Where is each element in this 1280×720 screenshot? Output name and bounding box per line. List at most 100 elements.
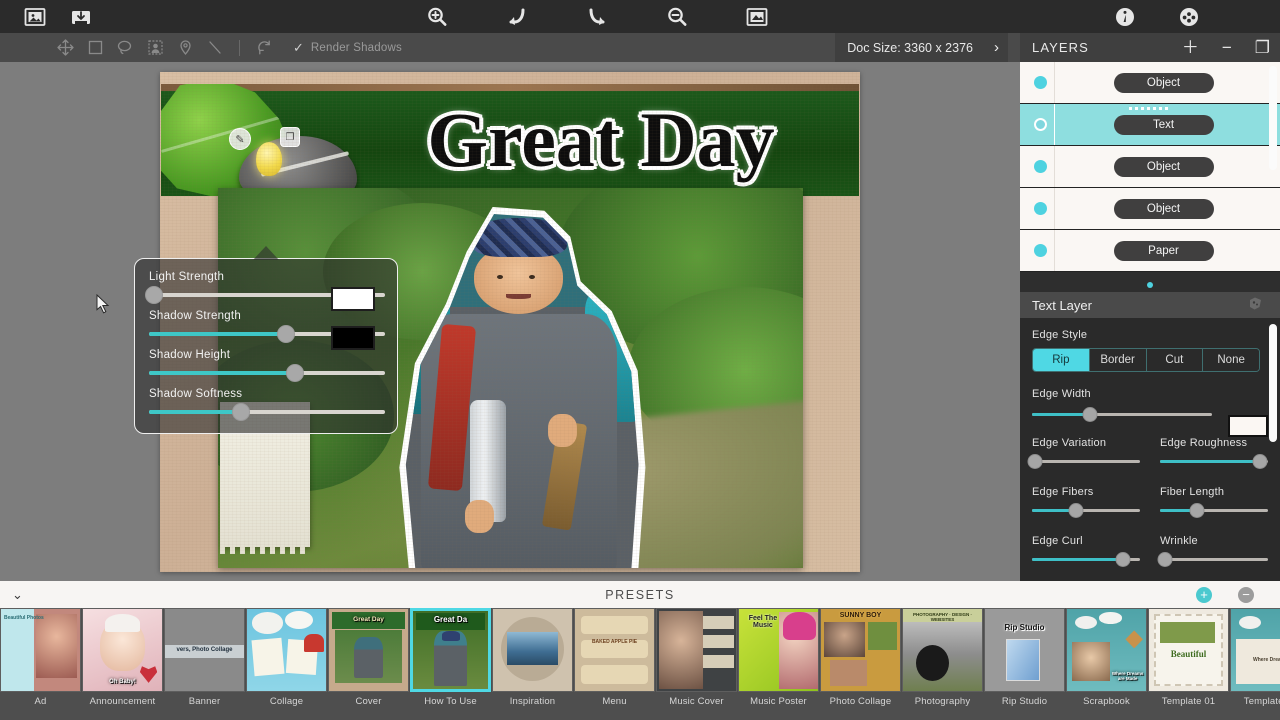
info-icon[interactable] xyxy=(1112,4,1138,30)
light-strength-row: Light Strength xyxy=(144,271,385,311)
layer-row[interactable]: Object xyxy=(1020,62,1280,104)
layer-name-pill[interactable]: Paper xyxy=(1113,240,1214,261)
preset-item-cover[interactable]: Great Day Cover xyxy=(328,608,409,707)
portrait-tool[interactable] xyxy=(140,36,170,60)
rectangle-tool[interactable] xyxy=(80,36,110,60)
layer-visibility-dot[interactable] xyxy=(1034,244,1047,257)
preset-item-rip-studio[interactable]: Rip Studio Rip Studio xyxy=(984,608,1065,707)
undo-icon[interactable] xyxy=(504,4,530,30)
toolbar-center-group xyxy=(424,0,770,33)
preset-item-template-01[interactable]: Beautiful Template 01 xyxy=(1148,608,1229,707)
layers-list[interactable]: Object Text Object Object Paper xyxy=(1020,62,1280,290)
lasso-tool[interactable] xyxy=(110,36,140,60)
preset-item-announcement[interactable]: Oh Baby! Announcement xyxy=(82,608,163,707)
canvas-area[interactable]: Great Day ✎ ❐ Light Strength Shadow Stre… xyxy=(0,62,1020,581)
settings-icon[interactable] xyxy=(1176,4,1202,30)
shadow-height-slider[interactable] xyxy=(149,364,385,382)
presets-strip[interactable]: Beautiful Photos Ad Oh Baby! Announcemen… xyxy=(0,608,1280,720)
light-shadow-popup[interactable]: Light Strength Shadow Strength Shadow He… xyxy=(134,246,398,434)
move-tool[interactable] xyxy=(50,36,80,60)
layer-name-pill[interactable]: Object xyxy=(1113,198,1214,219)
edge-style-option-cut[interactable]: Cut xyxy=(1146,349,1204,371)
preset-item-scrapbook[interactable]: Where Dreams are Made Scrapbook xyxy=(1066,608,1147,707)
title-text[interactable]: Great Day xyxy=(361,88,841,192)
shadow-softness-slider[interactable] xyxy=(149,403,385,421)
layer-name-pill[interactable]: Object xyxy=(1113,156,1214,177)
redo-icon[interactable] xyxy=(584,4,610,30)
duplicate-icon[interactable]: ❐ xyxy=(280,127,300,147)
layer-row[interactable]: Paper xyxy=(1020,230,1280,272)
preset-label: Music Poster xyxy=(750,696,807,707)
edge-style-option-none[interactable]: None xyxy=(1203,349,1259,371)
preset-label: Scrapbook xyxy=(1083,696,1130,707)
preset-item-how-to-use[interactable]: Great Da How To Use xyxy=(410,608,491,707)
panel-resize-dot[interactable] xyxy=(1147,282,1153,288)
preset-item-menu[interactable]: BAKED APPLE PIE Menu xyxy=(574,608,655,707)
edge-style-segmented-control[interactable]: Rip Border Cut None xyxy=(1032,348,1260,372)
layer-visibility-dot[interactable] xyxy=(1034,160,1047,173)
layer-visibility-dot[interactable] xyxy=(1034,118,1047,131)
edge-style-label: Edge Style xyxy=(1032,329,1088,341)
remove-layer-button[interactable]: − xyxy=(1222,39,1232,56)
preset-item-ad[interactable]: Beautiful Photos Ad xyxy=(0,608,81,707)
edge-fibers-slider[interactable] xyxy=(1032,503,1140,518)
layer-name-pill[interactable]: Text xyxy=(1113,114,1214,135)
add-layer-button[interactable]: ＋ xyxy=(1182,39,1199,56)
edge-style-option-border[interactable]: Border xyxy=(1089,349,1147,371)
preset-thumbnail xyxy=(246,608,327,692)
preset-item-banner[interactable]: vers, Photo Collage Banner xyxy=(164,608,245,707)
preset-item-template-02[interactable]: Where Dreams Template 02 xyxy=(1230,608,1280,707)
edge-width-slider[interactable] xyxy=(1032,407,1212,422)
preset-item-inspiration[interactable]: Inspiration xyxy=(492,608,573,707)
edit-pencil-icon[interactable]: ✎ xyxy=(229,128,251,150)
properties-panel-body[interactable]: Edge Style Rip Border Cut None Edge Widt… xyxy=(1020,318,1280,581)
properties-panel-header: Text Layer xyxy=(1020,292,1280,318)
wrinkle-slider[interactable] xyxy=(1157,552,1268,567)
fiber-length-slider[interactable] xyxy=(1160,503,1268,518)
layer-visibility-dot[interactable] xyxy=(1034,76,1047,89)
layer-visibility-dot[interactable] xyxy=(1034,202,1047,215)
properties-scrollbar[interactable] xyxy=(1269,324,1277,442)
shadow-height-row: Shadow Height xyxy=(149,349,385,382)
preset-thumbnail: PHOTOGRAPHY · DESIGN · WEBSITES xyxy=(902,608,983,692)
light-color-swatch[interactable] xyxy=(331,287,375,311)
shadow-softness-label: Shadow Softness xyxy=(149,388,243,400)
edge-roughness-slider[interactable] xyxy=(1160,454,1268,469)
layers-scrollbar[interactable] xyxy=(1269,66,1277,170)
preset-item-photo-collage[interactable]: SUNNY BOY Photo Collage xyxy=(820,608,901,707)
pin-tool[interactable] xyxy=(170,36,200,60)
shadow-height-label: Shadow Height xyxy=(149,349,231,361)
preset-item-photography[interactable]: PHOTOGRAPHY · DESIGN · WEBSITES Photogra… xyxy=(902,608,983,707)
layer-row[interactable]: Object xyxy=(1020,188,1280,230)
preset-item-music-cover[interactable]: Music Cover xyxy=(656,608,737,707)
preset-item-music-poster[interactable]: Feel The Music Music Poster xyxy=(738,608,819,707)
edge-variation-slider[interactable] xyxy=(1027,454,1140,469)
zoom-out-icon[interactable] xyxy=(664,4,690,30)
edge-style-option-rip[interactable]: Rip xyxy=(1033,349,1090,371)
edge-variation-label: Edge Variation xyxy=(1032,437,1107,449)
open-image-icon[interactable] xyxy=(22,4,48,30)
doc-size-expand-arrow[interactable]: › xyxy=(985,33,1008,62)
render-shadows-toggle[interactable]: ✓ Render Shadows xyxy=(293,41,402,54)
line-tool[interactable] xyxy=(200,36,230,60)
main-toolbar xyxy=(0,0,1280,33)
layer-name-pill[interactable]: Object xyxy=(1113,72,1214,93)
duplicate-layer-button[interactable]: ❐ xyxy=(1255,39,1270,56)
preset-item-collage[interactable]: Collage xyxy=(246,608,327,707)
edge-curl-slider[interactable] xyxy=(1032,552,1140,567)
preset-label: Banner xyxy=(188,696,221,707)
edge-color-swatch[interactable] xyxy=(1228,415,1268,437)
layer-drag-handle[interactable] xyxy=(1129,107,1171,110)
add-preset-button[interactable]: + xyxy=(1196,586,1212,603)
shadow-color-swatch[interactable] xyxy=(331,326,375,350)
hiker-subject-cutout[interactable] xyxy=(396,207,646,568)
layers-header-buttons: ＋ − ❐ xyxy=(1182,39,1270,56)
remove-preset-button[interactable]: − xyxy=(1238,586,1254,603)
rotate-tool[interactable] xyxy=(249,36,279,60)
zoom-in-icon[interactable] xyxy=(424,4,450,30)
layer-row[interactable]: Text xyxy=(1020,104,1280,146)
preset-thumbnail xyxy=(656,608,737,692)
layer-row[interactable]: Object xyxy=(1020,146,1280,188)
save-image-icon[interactable] xyxy=(68,4,94,30)
fit-image-icon[interactable] xyxy=(744,4,770,30)
